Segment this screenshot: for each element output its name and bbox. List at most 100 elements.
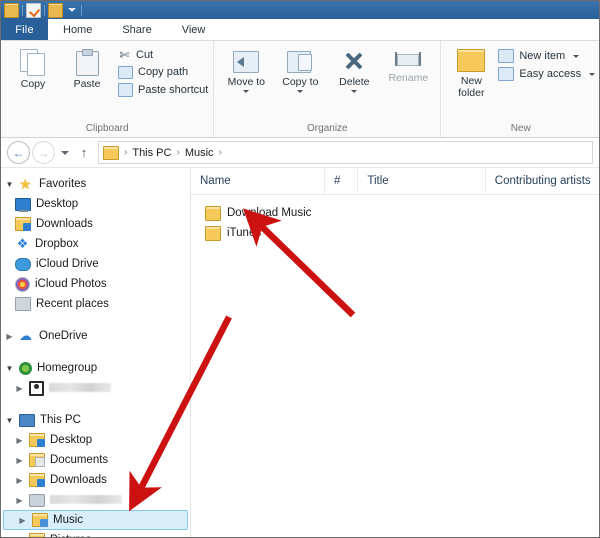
new-item-button[interactable]: New item [498, 49, 595, 63]
sidebar-item-icloud-photos[interactable]: iCloud Photos [1, 274, 190, 294]
sidebar-item-pc-documents[interactable]: ▶ Documents [1, 450, 190, 470]
rename-label: Rename [388, 72, 429, 84]
file-row-itunes[interactable]: iTunes [191, 223, 599, 243]
expand-triangle-icon[interactable]: ▶ [15, 476, 24, 485]
copy-icon [20, 49, 46, 76]
folder-icon [103, 145, 119, 160]
ribbon-group-organize: Move to Copy to Delete Rename Organize [214, 41, 442, 137]
tab-view[interactable]: View [167, 19, 221, 40]
recent-locations-icon[interactable] [61, 150, 69, 155]
copy-button[interactable]: Copy [6, 45, 60, 90]
tab-home[interactable]: Home [48, 19, 108, 40]
downloads-folder-icon [15, 217, 31, 231]
column-headers: Name # Title Contributing artists [191, 168, 599, 195]
cut-button[interactable]: ✄ Cut [118, 49, 208, 62]
forward-button[interactable]: → [32, 141, 55, 164]
sidebar-item-music[interactable]: ▶ Music [3, 510, 188, 530]
collapse-triangle-icon[interactable]: ▼ [5, 416, 14, 425]
sidebar-item-this-pc[interactable]: ▼ This PC [1, 410, 190, 430]
this-pc-icon [19, 413, 35, 427]
column-header-contributing-artists[interactable]: Contributing artists [486, 168, 599, 194]
sidebar-item-recent-places[interactable]: Recent places [1, 294, 190, 314]
sidebar-item-pc-desktop[interactable]: ▶ Desktop [1, 430, 190, 450]
paste-shortcut-label: Paste shortcut [138, 83, 209, 96]
new-item-label: New item [519, 49, 566, 62]
tab-file[interactable]: File [1, 19, 48, 40]
paste-button[interactable]: Paste [60, 45, 114, 90]
paste-shortcut-button[interactable]: Paste shortcut [118, 83, 208, 97]
nav-section-favorites[interactable]: ▼ ★ Favorites [1, 174, 190, 194]
sidebar-item-icloud-drive[interactable]: iCloud Drive [1, 254, 190, 274]
navigation-pane: ▼ ★ Favorites Desktop Downloads ❖ Dropbo… [1, 168, 191, 537]
expand-triangle-icon[interactable]: ▶ [15, 436, 24, 445]
nav-label: iCloud Photos [35, 278, 107, 290]
breadcrumb-separator: › [218, 147, 222, 158]
easy-access-button[interactable]: Easy access [498, 67, 596, 81]
nav-label: Recent places [36, 298, 109, 310]
star-icon: ★ [19, 176, 32, 192]
icloud-drive-icon [15, 257, 31, 271]
column-header-name[interactable]: Name [191, 168, 325, 194]
sidebar-item-desktop[interactable]: Desktop [1, 194, 190, 214]
chevron-down-icon[interactable] [573, 54, 580, 58]
breadcrumb-music[interactable]: Music [183, 147, 216, 159]
ribbon-group-clipboard: Copy Paste ✄ Cut Copy path Paste shortcu… [1, 41, 215, 137]
explorer-body: ▼ ★ Favorites Desktop Downloads ❖ Dropbo… [1, 167, 599, 537]
nav-label: Desktop [36, 198, 79, 210]
chevron-down-icon[interactable] [351, 90, 358, 93]
explorer-icon[interactable] [4, 2, 19, 18]
nav-label: Favorites [39, 178, 87, 190]
redacted-drive-name [50, 494, 122, 506]
explorer-window: File Home Share View Copy Paste ✄ Cut Co… [0, 0, 600, 538]
dropbox-icon: ❖ [16, 236, 29, 251]
move-to-button[interactable]: Move to [219, 45, 273, 93]
sidebar-item-homegroup-user[interactable]: ▶ [1, 378, 190, 398]
chevron-down-icon[interactable] [243, 90, 250, 93]
rename-button[interactable]: Rename [381, 45, 435, 84]
expand-triangle-icon[interactable]: ▶ [15, 384, 24, 393]
file-row-download-music[interactable]: Download Music [191, 203, 599, 223]
sidebar-item-downloads[interactable]: Downloads [1, 214, 190, 234]
user-icon [29, 380, 44, 396]
expand-triangle-icon[interactable]: ▶ [5, 332, 14, 341]
chevron-down-icon[interactable] [297, 90, 304, 93]
move-to-icon [233, 49, 260, 73]
new-folder-icon[interactable] [48, 2, 63, 18]
new-folder-button[interactable]: New folder [446, 45, 496, 99]
copy-to-button[interactable]: Copy to [273, 45, 327, 93]
back-button[interactable]: ← [7, 141, 30, 164]
move-to-label: Move to [227, 76, 265, 88]
nav-label: Homegroup [37, 362, 98, 374]
column-header-title[interactable]: Title [358, 168, 486, 194]
recent-places-icon [15, 297, 31, 311]
new-item-icon [498, 49, 515, 63]
sidebar-item-pictures[interactable]: ▶ Pictures [1, 530, 190, 537]
expand-triangle-icon[interactable]: ▶ [15, 496, 24, 505]
sidebar-item-dropbox[interactable]: ❖ Dropbox [1, 234, 190, 254]
organize-group-label: Organize [307, 123, 348, 134]
sidebar-item-homegroup[interactable]: ▼ Homegroup [1, 358, 190, 378]
sidebar-item-redacted-drive[interactable]: ▶ [1, 490, 190, 510]
copy-path-icon [118, 66, 133, 79]
expand-triangle-icon[interactable]: ▶ [15, 456, 24, 465]
sidebar-item-pc-downloads[interactable]: ▶ Downloads [1, 470, 190, 490]
rename-icon [395, 49, 422, 69]
customize-caret-icon[interactable] [68, 8, 76, 12]
breadcrumb[interactable]: › This PC › Music › [98, 141, 593, 164]
chevron-down-icon[interactable] [589, 72, 596, 76]
column-header-number[interactable]: # [325, 168, 359, 194]
up-button[interactable]: ↑ [75, 145, 93, 160]
nav-label: Pictures [50, 534, 92, 537]
collapse-triangle-icon[interactable]: ▼ [5, 364, 14, 373]
delete-x-icon [342, 49, 366, 73]
delete-button[interactable]: Delete [327, 45, 381, 93]
expand-triangle-icon[interactable]: ▶ [18, 516, 27, 525]
tab-share[interactable]: Share [107, 19, 166, 40]
copy-path-button[interactable]: Copy path [118, 66, 208, 79]
breadcrumb-this-pc[interactable]: This PC [130, 147, 173, 159]
file-name: Download Music [227, 207, 312, 219]
collapse-triangle-icon[interactable]: ▼ [5, 180, 14, 189]
sidebar-item-onedrive[interactable]: ▶ ☁ OneDrive [1, 326, 190, 346]
properties-icon[interactable] [26, 2, 41, 18]
